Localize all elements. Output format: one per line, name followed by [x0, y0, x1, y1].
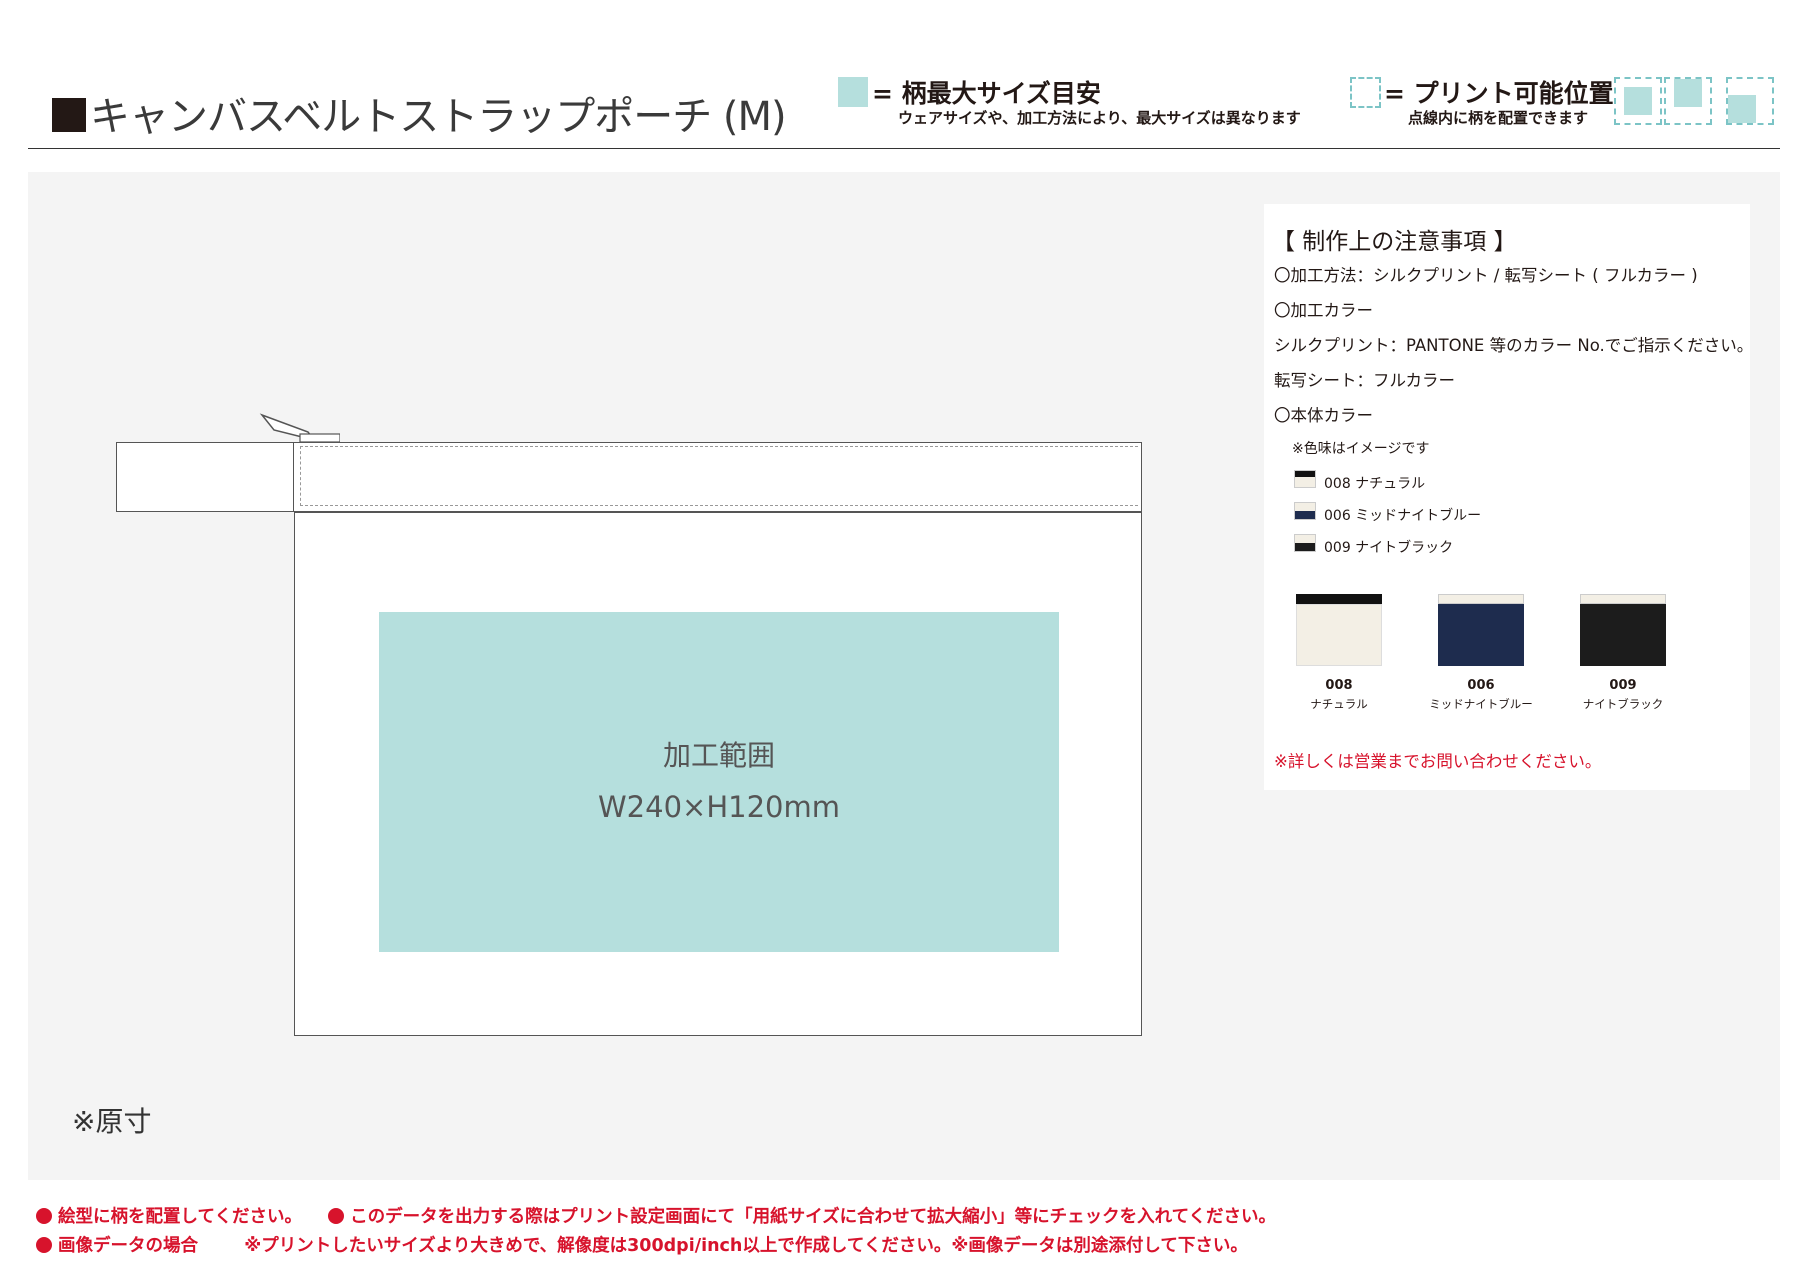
- contact-note: ※詳しくは営業までお問い合わせください。: [1274, 752, 1602, 771]
- bullet-icon: [36, 1208, 52, 1224]
- legend-print-title: = プリント可能位置: [1384, 79, 1614, 108]
- print-area[interactable]: [379, 612, 1059, 952]
- product-navy-image: [1438, 594, 1524, 666]
- notes-heading: 【 制作上の注意事項 】: [1272, 229, 1517, 255]
- header-divider: [28, 148, 1780, 149]
- page-title: キャンバスベルトストラップポーチ (M): [52, 84, 787, 142]
- belt-strap-outline: [116, 442, 294, 512]
- print-position-dash-icon: [1350, 77, 1381, 108]
- product-navy-name: ミッドナイトブルー: [1429, 697, 1533, 711]
- print-area-label: 加工範囲: [662, 739, 775, 772]
- product-black-image: [1580, 594, 1666, 666]
- footer-note-image: 画像データの場合: [58, 1236, 198, 1256]
- footer-line-2: 画像データの場合 ※プリントしたいサイズより大きめで、解像度は300dpi/in…: [36, 1232, 1248, 1257]
- notes-method: 〇加工方法：シルクプリント / 転写シート ( フルカラー ): [1274, 266, 1698, 285]
- position-example-bottom-icon: [1726, 77, 1774, 125]
- legend-print-sub: 点線内に柄を配置できます: [1408, 109, 1589, 127]
- title-square-icon: [52, 98, 86, 132]
- swatch-navy-icon: [1294, 502, 1316, 520]
- actual-size-note: ※原寸: [72, 1105, 152, 1138]
- bullet-icon: [328, 1208, 345, 1224]
- legend-max-title: = 柄最大サイズ目安: [872, 79, 1101, 108]
- belt-print-dashed-area[interactable]: [300, 446, 1138, 506]
- footer-line-1: 絵型に柄を配置してください。 このデータを出力する際はプリント設定画面にて「用紙…: [36, 1203, 1276, 1228]
- product-navy-code: 006: [1467, 678, 1495, 693]
- footer-note-print: このデータを出力する際はプリント設定画面にて「用紙サイズに合わせて拡大縮小」等に…: [350, 1207, 1277, 1227]
- position-example-top-icon: [1664, 77, 1712, 125]
- swatch-navy-label: 006 ミッドナイトブルー: [1324, 508, 1482, 524]
- position-example-center-icon: [1614, 77, 1662, 125]
- notes-color-heading: 〇加工カラー: [1274, 301, 1373, 320]
- notes-transfer-color: 転写シート：フルカラー: [1274, 371, 1456, 390]
- footer-note-place: 絵型に柄を配置してください。: [58, 1207, 302, 1227]
- product-black-name: ナイトブラック: [1582, 697, 1664, 711]
- notes-silk-color: シルクプリント：PANTONE 等のカラー No.でご指示ください。: [1274, 336, 1754, 355]
- product-natural-image: [1296, 594, 1382, 666]
- product-natural-code: 008: [1325, 678, 1353, 693]
- page-title-text: キャンバスベルトストラップポーチ (M): [90, 94, 787, 140]
- swatch-natural-icon: [1294, 470, 1316, 488]
- swatch-natural-label: 008 ナチュラル: [1324, 476, 1426, 492]
- notes-body-color-note: ※色味はイメージです: [1292, 441, 1430, 457]
- legend-max-sub: ウェアサイズや、加工方法により、最大サイズは異なります: [898, 109, 1301, 127]
- max-size-swatch-icon: [838, 77, 868, 107]
- footer-note-resolution: ※プリントしたいサイズより大きめで、解像度は300dpi/inch以上で作成して…: [244, 1236, 1248, 1256]
- print-area-size: W240×H120mm: [598, 790, 840, 824]
- bullet-icon: [36, 1237, 52, 1253]
- swatch-black-label: 009 ナイトブラック: [1324, 540, 1454, 556]
- product-black-code: 009: [1609, 678, 1637, 693]
- product-natural-name: ナチュラル: [1310, 697, 1368, 711]
- swatch-black-icon: [1294, 534, 1316, 552]
- notes-body-color-heading: 〇本体カラー: [1274, 406, 1373, 425]
